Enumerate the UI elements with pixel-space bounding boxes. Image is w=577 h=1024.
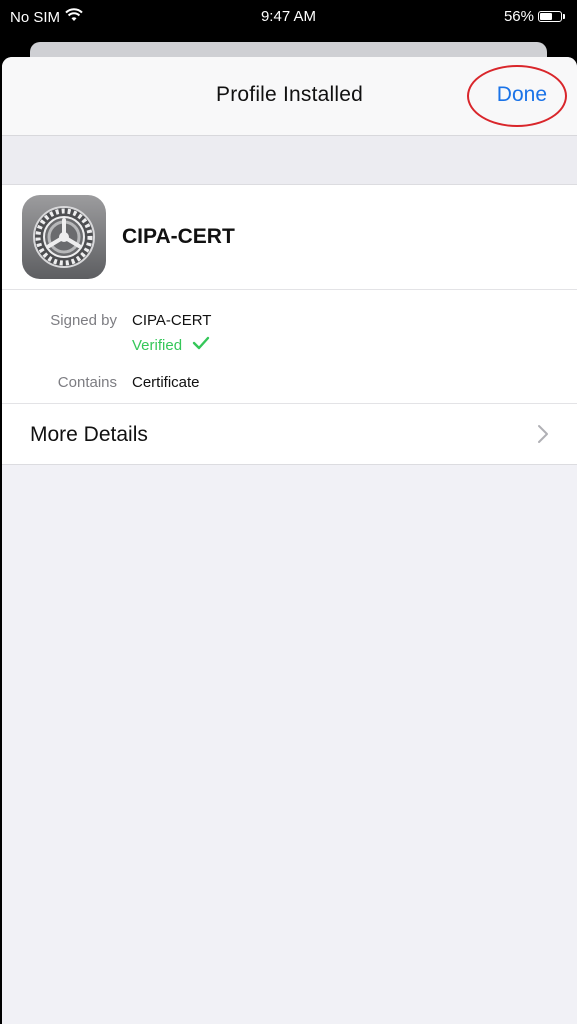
- profile-name: CIPA-CERT: [122, 225, 235, 248]
- signed-by-value: CIPA-CERT: [132, 312, 212, 329]
- contains-label: Contains: [57, 374, 117, 391]
- more-details-label: More Details: [30, 423, 148, 446]
- done-button[interactable]: Done: [497, 83, 547, 107]
- navigation-bar: Profile Installed Done: [2, 57, 577, 136]
- profile-header: CIPA-CERT: [2, 185, 577, 290]
- battery-tip: [563, 14, 565, 19]
- section-spacer: [2, 136, 577, 185]
- verified-label: Verified: [132, 336, 183, 354]
- signed-by-label: Signed by: [50, 312, 117, 329]
- profile-card: CIPA-CERT Signed by CIPA-CERT Verified C…: [2, 185, 577, 465]
- verified-status: Verified: [132, 336, 210, 354]
- checkmark-icon: [192, 336, 210, 354]
- clock: 9:47 AM: [260, 8, 317, 25]
- settings-gear-icon: [22, 195, 106, 279]
- status-bar: No SIM 9:47 AM 56%: [0, 0, 577, 36]
- more-details-row[interactable]: More Details: [2, 404, 577, 464]
- profile-sheet: Profile Installed Done CIPA-CERT Signed …: [2, 57, 577, 1024]
- chevron-right-icon: [537, 424, 549, 450]
- profile-details: Signed by CIPA-CERT Verified Contains Ce…: [2, 290, 577, 404]
- battery-icon: [538, 11, 562, 22]
- battery-percent: 56%: [503, 8, 534, 25]
- page-title: Profile Installed: [216, 83, 363, 106]
- contains-value: Certificate: [132, 374, 200, 391]
- battery-fill: [540, 13, 553, 20]
- battery-status: 56%: [504, 8, 565, 25]
